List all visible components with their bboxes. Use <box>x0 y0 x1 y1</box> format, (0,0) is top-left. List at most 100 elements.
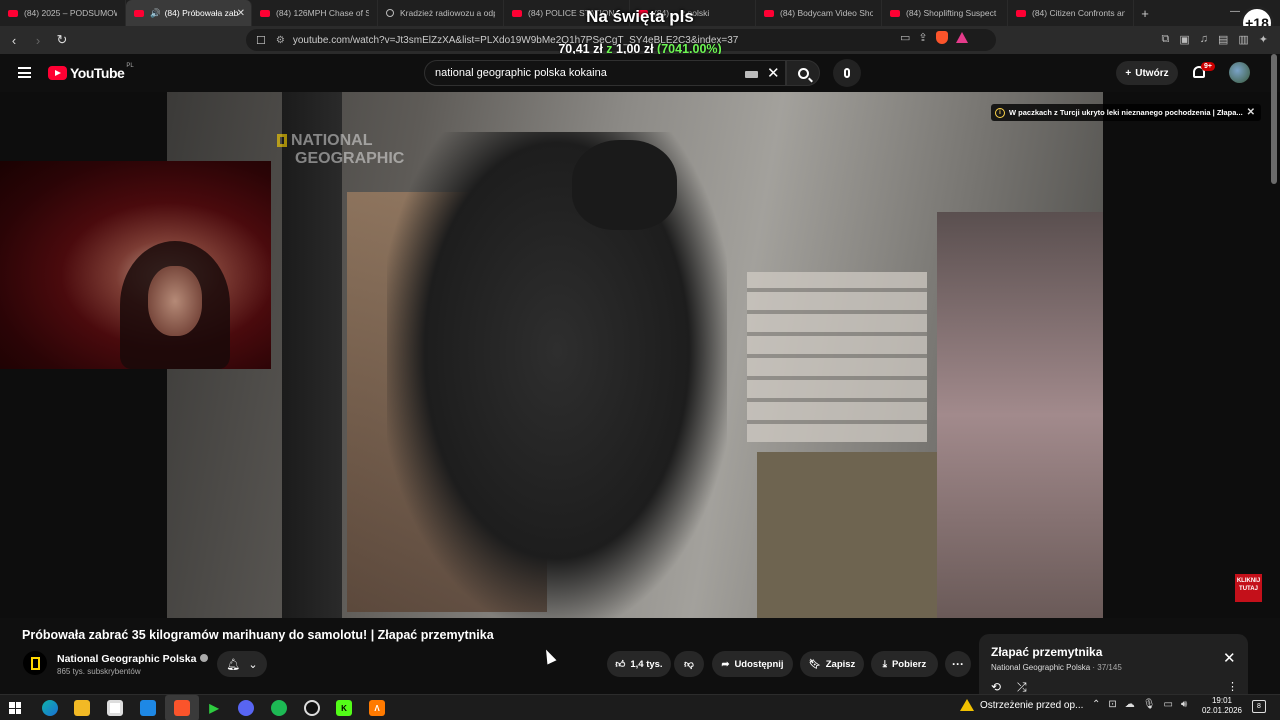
mail-icon[interactable] <box>140 700 156 716</box>
clear-search-icon[interactable]: ✕ <box>767 64 780 82</box>
search-query[interactable]: national geographic polska kokaina <box>435 67 607 79</box>
obs-icon[interactable] <box>304 700 320 716</box>
windows-taskbar: ▶ K Λ <box>0 694 1280 720</box>
edge-icon[interactable] <box>42 700 58 716</box>
natgeo-frame-icon <box>277 134 287 148</box>
webcam-overlay <box>0 161 271 369</box>
mic-tray-icon[interactable]: 🎙︎ <box>1143 699 1156 710</box>
keyboard-icon[interactable] <box>745 71 758 78</box>
chevron-up-icon[interactable]: ⌃ <box>1092 699 1100 710</box>
video-player[interactable]: NATIONAL GEOGRAPHIC i W paczkach z Turcj… <box>0 92 1280 618</box>
playlist-panel: Złapać przemytnika National Geographic P… <box>979 634 1248 700</box>
channel-name[interactable]: National Geographic Polska <box>57 653 209 665</box>
subscriber-count: 865 tys. subskrybentów <box>57 667 141 676</box>
video-scene-officer-head <box>572 140 677 230</box>
video-scene-officer <box>387 132 727 618</box>
stream-title-overlay: Na święta pls <box>586 7 694 26</box>
video-scene-bags <box>937 212 1103 618</box>
verified-icon <box>200 654 209 662</box>
video-scene-shelf <box>282 92 342 618</box>
kick-icon[interactable]: K <box>336 700 352 716</box>
cloud-icon[interactable]: ☁ <box>1125 699 1135 710</box>
menu-icon[interactable] <box>18 67 31 78</box>
share-icon: ➦ <box>721 658 730 670</box>
file-explorer-icon[interactable] <box>74 700 90 716</box>
like-count: 1,4 tys. <box>630 658 663 670</box>
microphone-icon <box>844 68 850 78</box>
taskbar-clock[interactable]: 19:01 02.01.2026 <box>1198 696 1246 716</box>
playlist-position: · 37/145 <box>1092 663 1122 672</box>
save-button[interactable]: 🔖︎ Zapisz <box>800 651 864 677</box>
like-button[interactable]: 👍︎ 1,4 tys. <box>607 651 671 677</box>
network-icon[interactable]: ⊡ <box>1108 699 1116 710</box>
dislike-button[interactable]: 👎︎ <box>674 651 704 677</box>
notification-count-badge: 9+ <box>1201 62 1215 71</box>
create-button[interactable]: + Utwórz <box>1116 61 1178 85</box>
close-icon[interactable]: ✕ <box>1247 107 1255 118</box>
playlist-meta: National Geographic Polska · 37/145 <box>991 663 1122 672</box>
download-button[interactable]: ⤓ Pobierz <box>871 651 938 677</box>
windows-start-icon[interactable] <box>9 702 21 714</box>
share-label: Udostępnij <box>734 658 784 670</box>
notification-center-icon[interactable]: 8 <box>1252 700 1266 713</box>
avatar[interactable] <box>1229 62 1250 83</box>
thumbs-up-icon: 👍︎ <box>615 659 626 670</box>
playlist-title[interactable]: Złapać przemytnika <box>991 645 1102 659</box>
thumbs-down-icon: 👎︎ <box>684 659 694 670</box>
volume-icon[interactable]: 🔊︎ <box>1181 699 1187 710</box>
info-card-text[interactable]: W paczkach z Turcji ukryto leki nieznane… <box>1009 108 1243 117</box>
save-label: Zapisz <box>825 658 856 670</box>
bell-icon: 🔔︎ <box>226 658 241 671</box>
share-button[interactable]: ➦ Udostępnij <box>712 651 793 677</box>
search-icon <box>797 67 809 79</box>
page-scrollbar[interactable] <box>1271 54 1277 184</box>
security-warning[interactable]: Ostrzeżenie przed op... <box>960 699 1083 711</box>
playlist-channel[interactable]: National Geographic Polska <box>991 663 1090 672</box>
shuffle-icon[interactable]: ⤮ <box>1017 680 1027 695</box>
screen: (84) 2025 – PODSUMOWA 🔊 (84) Próbowała za… <box>0 0 1280 720</box>
close-playlist-icon[interactable]: ✕ <box>1223 649 1236 667</box>
watermark-line1: NATIONAL <box>291 132 373 149</box>
chevron-down-icon: ⌄ <box>248 658 258 671</box>
create-label: Utwórz <box>1135 67 1169 79</box>
app-icon[interactable]: Λ <box>369 700 385 716</box>
loop-icon[interactable]: ⟲ <box>991 680 1001 694</box>
search-input[interactable]: national geographic polska kokaina ✕ <box>424 60 786 86</box>
display-icon[interactable]: ▭ <box>1163 699 1172 710</box>
store-icon[interactable] <box>107 700 123 716</box>
video-scene-packages <box>747 272 927 442</box>
video-frame: NATIONAL GEOGRAPHIC <box>167 92 1103 618</box>
youtube-logo[interactable]: YouTube PL <box>48 63 134 81</box>
clock-date: 02.01.2026 <box>1201 706 1243 715</box>
natgeo-logo-icon <box>30 656 40 670</box>
youtube-wordmark: YouTube <box>70 65 125 81</box>
bookmark-icon: 🔖︎ <box>808 658 821 670</box>
info-icon: i <box>995 107 1005 118</box>
mouse-cursor-icon <box>541 647 557 665</box>
more-vert-icon[interactable]: ⋮ <box>1227 680 1238 693</box>
warning-icon <box>960 699 974 711</box>
channel-name-text[interactable]: National Geographic Polska <box>57 653 196 665</box>
download-label: Pobierz <box>891 658 927 670</box>
webcam-person-face <box>148 266 202 336</box>
info-card-teaser[interactable]: i W paczkach z Turcji ukryto leki niezna… <box>991 104 1261 121</box>
brave-browser-icon[interactable] <box>174 700 190 716</box>
watermark-line2: GEOGRAPHIC <box>295 150 405 167</box>
warning-text[interactable]: Ostrzeżenie przed op... <box>980 700 1083 711</box>
system-tray: ⌃ ⊡ ☁ 🎙︎ ▭ 🔊︎ <box>1092 699 1187 710</box>
video-title: Próbowała zabrać 35 kilogramów marihuany… <box>22 628 494 642</box>
subscribe-watermark[interactable]: KLIKNIJ TUTAJ <box>1235 574 1262 602</box>
channel-avatar[interactable] <box>23 651 47 675</box>
voice-search-button[interactable] <box>833 59 861 87</box>
download-icon: ⤓ <box>882 658 887 670</box>
subscription-bell-button[interactable]: 🔔︎ ⌄ <box>217 651 267 677</box>
discord-icon[interactable] <box>238 700 254 716</box>
youtube-play-icon <box>48 66 67 80</box>
spotify-icon[interactable] <box>271 700 287 716</box>
search-button[interactable] <box>786 60 820 86</box>
natgeo-watermark: NATIONAL GEOGRAPHIC <box>277 132 404 168</box>
youtube-masthead: YouTube PL national geographic polska ko… <box>0 54 1280 92</box>
more-actions-button[interactable]: ··· <box>945 651 971 677</box>
plus-icon: + <box>1125 67 1132 79</box>
play-app-icon[interactable]: ▶ <box>206 700 222 716</box>
